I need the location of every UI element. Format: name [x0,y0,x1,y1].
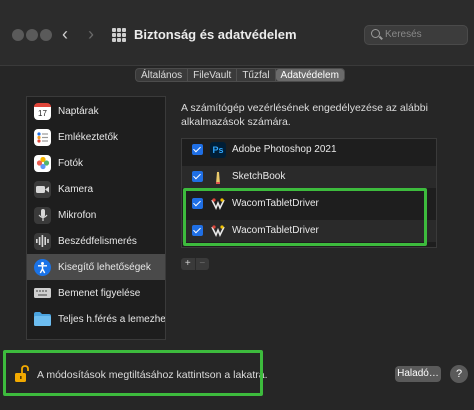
sidebar-item-label: Beszédfelismerés [58,235,137,247]
camera-icon [34,180,51,198]
speech-recognition-icon [34,232,51,250]
sidebar-item-calendars[interactable]: 17 Naptárak [27,98,165,124]
sidebar-item-input-monitoring[interactable]: Bemenet figyelése [27,280,165,306]
sidebar-item-label: Teljes h.férés a lemezhez [58,313,166,325]
allowed-apps-list: Ps Adobe Photoshop 2021 SketchBook Wacom… [181,138,437,248]
sidebar-item-label: Kamera [58,183,94,195]
add-remove-control: + − [181,258,209,270]
sidebar-item-reminders[interactable]: Emlékeztetők [27,124,165,150]
sidebar-item-label: Kisegítő lehetőségek [58,261,151,273]
minimize-button[interactable] [26,29,38,41]
titlebar: ‹ › Biztonság és adatvédelem Keresés [0,0,474,66]
tab-privacy[interactable]: Adatvédelem [275,69,344,81]
app-checkbox[interactable] [192,198,203,209]
app-checkbox[interactable] [192,144,203,155]
photoshop-icon: Ps [210,142,226,158]
app-checkbox[interactable] [192,225,203,236]
lock-instruction-text: A módosítások megtiltásához kattintson a… [37,369,268,381]
tab-filevault[interactable]: FileVault [188,69,238,81]
sidebar-item-label: Bemenet figyelése [58,287,141,299]
forward-button[interactable]: › [88,24,94,45]
photos-icon [34,154,51,172]
app-label: WacomTabletDriver [232,225,319,236]
sidebar-item-speech-recognition[interactable]: Beszédfelismerés [27,228,165,254]
sidebar-item-photos[interactable]: Fotók [27,150,165,176]
sidebar-item-accessibility[interactable]: Kisegítő lehetőségek [27,254,165,280]
zoom-button[interactable] [40,29,52,41]
folder-icon [34,311,51,328]
add-app-button[interactable]: + [181,258,195,270]
preferences-window: ‹ › Biztonság és adatvédelem Keresés Ált… [0,0,474,410]
search-field[interactable]: Keresés [364,25,468,45]
show-all-grid-icon[interactable] [112,28,126,42]
search-icon [371,29,380,38]
sketchbook-icon [210,169,226,185]
keyboard-icon [34,285,51,302]
accessibility-icon [34,258,51,276]
privacy-category-list: 17 Naptárak Emlékeztetők Fotók Kamera Mi… [26,96,166,340]
wacom-icon [210,223,226,239]
wacom-icon [210,196,226,212]
app-label: SketchBook [232,171,286,182]
sidebar-item-label: Naptárak [58,105,99,117]
app-checkbox[interactable] [192,171,203,182]
advanced-button[interactable]: Haladó… [395,366,441,382]
tab-general[interactable]: Általános [136,69,189,81]
help-button[interactable]: ? [450,365,468,383]
calendar-icon: 17 [34,102,51,120]
app-label: Adobe Photoshop 2021 [232,144,337,155]
microphone-icon [34,206,51,224]
sidebar-item-label: Mikrofon [58,209,97,221]
app-row-sketchbook[interactable]: SketchBook [182,166,436,188]
app-row-wacom-tablet-driver[interactable]: WacomTabletDriver [182,193,436,215]
sidebar-item-full-disk-access[interactable]: Teljes h.férés a lemezhez [27,306,166,332]
permission-description: A számítógép vezérlésének engedélyezése … [181,102,428,128]
app-row-photoshop[interactable]: Ps Adobe Photoshop 2021 [182,139,436,161]
sidebar-item-camera[interactable]: Kamera [27,176,165,202]
tab-firewall[interactable]: Tűzfal [237,69,276,81]
lock-icon[interactable] [14,365,30,383]
sidebar-item-microphone[interactable]: Mikrofon [27,202,165,228]
sidebar-item-label: Emlékeztetők [58,131,119,143]
reminders-icon [34,128,51,146]
window-title: Biztonság és adatvédelem [134,27,297,42]
tab-bar: Általános FileVault Tűzfal Adatvédelem [135,68,345,82]
search-placeholder: Keresés [385,29,422,40]
close-button[interactable] [12,29,24,41]
back-button[interactable]: ‹ [62,24,68,45]
app-row-wacom-tablet-driver[interactable]: WacomTabletDriver [182,220,436,242]
app-label: WacomTabletDriver [232,198,319,209]
sidebar-item-label: Fotók [58,157,84,169]
remove-app-button[interactable]: − [194,258,210,270]
